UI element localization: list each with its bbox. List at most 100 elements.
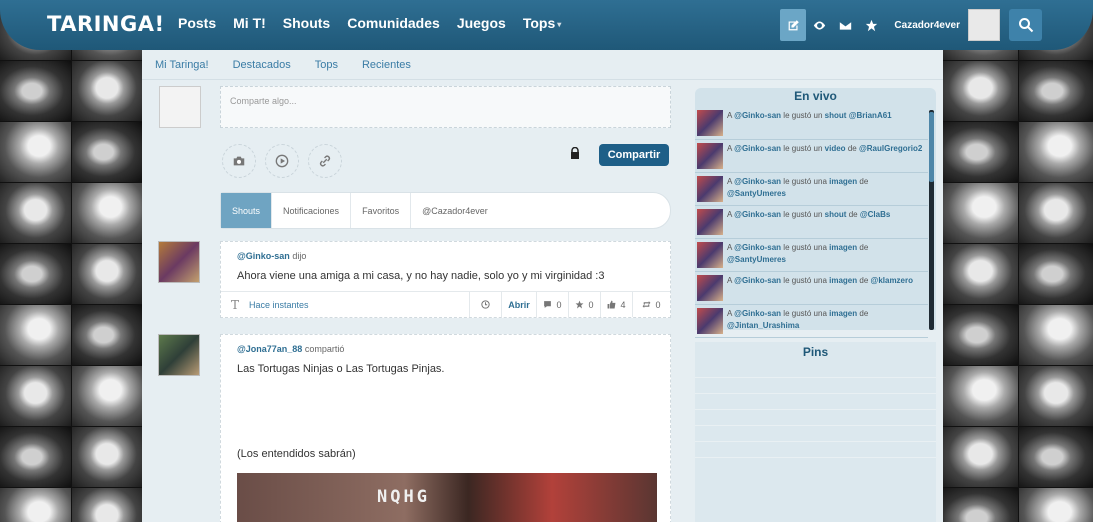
live-item-de: de bbox=[859, 243, 869, 252]
live-item-avatar[interactable] bbox=[697, 143, 723, 169]
live-item[interactable]: A @Ginko-san le gustó un video de @RaulG… bbox=[695, 140, 928, 173]
live-item-target[interactable]: @BrianA61 bbox=[849, 111, 892, 120]
live-item-user[interactable]: @Ginko-san bbox=[734, 111, 781, 120]
live-item[interactable]: A @Ginko-san le gustó una imagen de @San… bbox=[695, 239, 928, 272]
attach-video-button[interactable] bbox=[265, 144, 299, 178]
live-item-kind[interactable]: imagen bbox=[829, 309, 857, 318]
reshout-button[interactable]: 0 bbox=[632, 292, 670, 317]
live-item-target[interactable]: @SantyUmeres bbox=[727, 255, 786, 264]
live-item-avatar[interactable] bbox=[697, 176, 723, 202]
live-item[interactable]: A @Ginko-san le gustó una imagen de @Jin… bbox=[695, 305, 928, 338]
shout-image[interactable]: NQHG bbox=[237, 473, 657, 522]
nav-tops[interactable]: Tops ▾ bbox=[523, 15, 561, 31]
live-item-prefix: A bbox=[727, 243, 732, 252]
shout-footer: T Hace instantes Abrir 0 0 4 0 bbox=[221, 291, 670, 317]
live-item-avatar[interactable] bbox=[697, 110, 723, 136]
live-feed-scrollbar[interactable] bbox=[929, 110, 934, 330]
live-item-text: A @Ginko-san le gustó un shout @BrianA61 bbox=[727, 110, 892, 136]
clock-icon bbox=[481, 300, 490, 309]
like-button[interactable]: 4 bbox=[600, 292, 632, 317]
live-item[interactable]: A @Ginko-san le gustó un shout de @ClaBs bbox=[695, 206, 928, 239]
comment-button[interactable]: 0 bbox=[536, 292, 568, 317]
nav-comunidades[interactable]: Comunidades bbox=[347, 15, 440, 31]
background-photo bbox=[943, 61, 1018, 121]
background-photo-grid-left bbox=[0, 0, 142, 522]
search-button[interactable] bbox=[1009, 9, 1042, 41]
live-item-user[interactable]: @Ginko-san bbox=[734, 210, 781, 219]
monitor-button[interactable] bbox=[806, 9, 832, 41]
user-avatar[interactable] bbox=[968, 9, 1000, 41]
live-item-target[interactable]: @SantyUmeres bbox=[727, 189, 786, 198]
background-photo bbox=[0, 488, 71, 522]
open-button[interactable]: Abrir bbox=[501, 292, 536, 317]
tab-favoritos[interactable]: Favoritos bbox=[351, 193, 412, 228]
tab-shouts[interactable]: Shouts bbox=[221, 193, 273, 228]
live-item-kind[interactable]: imagen bbox=[829, 276, 857, 285]
messages-button[interactable] bbox=[832, 9, 858, 41]
background-photo bbox=[943, 305, 1018, 365]
attach-photo-button[interactable] bbox=[222, 144, 256, 178]
subnav-destacados[interactable]: Destacados bbox=[233, 59, 291, 71]
share-button[interactable]: Compartir bbox=[599, 144, 669, 166]
live-item-avatar[interactable] bbox=[697, 308, 723, 334]
shout-action: compartió bbox=[304, 344, 345, 354]
main-panel: Mi Taringa! Destacados Tops Recientes Co… bbox=[142, 50, 943, 522]
live-item-kind[interactable]: imagen bbox=[829, 177, 857, 186]
live-item-de: de bbox=[859, 309, 869, 318]
live-item-avatar[interactable] bbox=[697, 209, 723, 235]
reshout-icon bbox=[643, 301, 651, 308]
subnav-recientes[interactable]: Recientes bbox=[362, 59, 411, 71]
live-item-kind[interactable]: video bbox=[825, 144, 846, 153]
live-item[interactable]: A @Ginko-san le gustó un shout @BrianA61 bbox=[695, 107, 928, 140]
post-avatar[interactable] bbox=[158, 334, 200, 376]
share-input[interactable]: Comparte algo... bbox=[220, 86, 671, 128]
subnav-mi-taringa[interactable]: Mi Taringa! bbox=[155, 59, 209, 71]
live-item-text: A @Ginko-san le gustó una imagen de @Jin… bbox=[727, 308, 926, 334]
live-item-verb: le gustó un bbox=[783, 210, 823, 219]
nav-mi-t[interactable]: Mi T! bbox=[233, 15, 266, 31]
subnav-tops[interactable]: Tops bbox=[315, 59, 338, 71]
post-avatar[interactable] bbox=[158, 241, 200, 283]
favorite-button[interactable]: 0 bbox=[568, 292, 600, 317]
live-item-kind[interactable]: imagen bbox=[829, 243, 857, 252]
live-item-user[interactable]: @Ginko-san bbox=[734, 276, 781, 285]
lock-icon[interactable] bbox=[570, 147, 580, 159]
compose-button[interactable] bbox=[780, 9, 807, 41]
shout-author[interactable]: @Jona77an_88 bbox=[237, 344, 302, 354]
live-item-user[interactable]: @Ginko-san bbox=[734, 243, 781, 252]
site-logo[interactable]: TARINGA! bbox=[47, 12, 165, 36]
favorites-button[interactable] bbox=[858, 9, 884, 41]
shout-card: @Jona77an_88 compartió Las Tortugas Ninj… bbox=[220, 334, 671, 522]
live-item-user[interactable]: @Ginko-san bbox=[734, 309, 781, 318]
live-item[interactable]: A @Ginko-san le gustó una imagen de @kla… bbox=[695, 272, 928, 305]
live-item-target[interactable]: @klamzero bbox=[871, 276, 913, 285]
live-item-avatar[interactable] bbox=[697, 242, 723, 268]
tab-mentions[interactable]: @Cazador4ever bbox=[411, 193, 499, 228]
history-button[interactable] bbox=[469, 292, 501, 317]
live-item-target[interactable]: @ClaBs bbox=[860, 210, 890, 219]
favorite-count: 0 bbox=[588, 299, 594, 310]
tab-notificaciones[interactable]: Notificaciones bbox=[272, 193, 352, 228]
attach-link-button[interactable] bbox=[308, 144, 342, 178]
background-photo bbox=[71, 183, 142, 243]
live-item-target[interactable]: @RaulGregorio2 bbox=[859, 144, 922, 153]
live-item-user[interactable]: @Ginko-san bbox=[734, 177, 781, 186]
live-item-avatar[interactable] bbox=[697, 275, 723, 301]
shout-author[interactable]: @Ginko-san bbox=[237, 251, 290, 261]
live-item-verb: le gustó un bbox=[783, 144, 823, 153]
shout-text-secondary: (Los entendidos sabrán) bbox=[237, 448, 356, 460]
live-item[interactable]: A @Ginko-san le gustó una imagen de @San… bbox=[695, 173, 928, 206]
username[interactable]: Cazador4ever bbox=[894, 20, 960, 31]
shout-time[interactable]: Hace instantes bbox=[249, 300, 309, 310]
live-item-target[interactable]: @Jintan_Urashima bbox=[727, 321, 799, 330]
shout-meta: T Hace instantes bbox=[221, 292, 469, 317]
nav-posts[interactable]: Posts bbox=[178, 15, 216, 31]
live-item-text: A @Ginko-san le gustó un video de @RaulG… bbox=[727, 143, 922, 169]
live-item-prefix: A bbox=[727, 309, 732, 318]
live-item-kind[interactable]: shout bbox=[825, 210, 847, 219]
nav-juegos[interactable]: Juegos bbox=[457, 15, 506, 31]
scrollbar-thumb[interactable] bbox=[929, 112, 934, 182]
live-item-user[interactable]: @Ginko-san bbox=[734, 144, 781, 153]
nav-shouts[interactable]: Shouts bbox=[283, 15, 330, 31]
live-item-kind[interactable]: shout bbox=[825, 111, 847, 120]
